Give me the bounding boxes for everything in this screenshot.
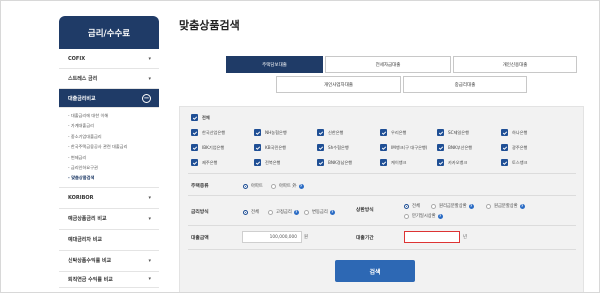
checkbox-checked-icon	[380, 129, 387, 136]
chevron-down-icon: ▾	[148, 257, 151, 264]
sidebar-title: 금리/수수료	[59, 16, 159, 49]
checkbox-bank[interactable]: 광주은행	[501, 144, 527, 151]
sidebar-item-rate-spread[interactable]: 예대금리차 비교	[59, 230, 159, 251]
checkbox-checked-icon	[380, 144, 387, 151]
checkbox-bank[interactable]: BNK경남은행	[317, 159, 352, 166]
checkbox-checked-icon	[437, 159, 444, 166]
rate-type-label: 금리방식	[191, 210, 209, 215]
checkbox-checked-icon	[317, 144, 324, 151]
sidebar-submenu: - 대출금리에 대한 이해 - 가계대출금리 - 중소기업대출금리 - 한국주택…	[59, 108, 159, 188]
repayment-label: 상환방식	[356, 208, 374, 213]
loan-amount-input[interactable]: 100,000,000	[242, 231, 302, 243]
help-icon[interactable]: ?	[519, 203, 525, 209]
tab-mortgage[interactable]: 주택담보대출	[226, 56, 323, 73]
checkbox-bank[interactable]: BNK부산은행	[437, 144, 472, 151]
checkbox-bank[interactable]: IBK기업은행	[191, 144, 224, 151]
checkbox-bank[interactable]: 신한은행	[317, 129, 343, 136]
sidebar-item-trust-return[interactable]: 신탁상품수익률 비교 ▾	[59, 251, 159, 272]
radio-rate-fixed[interactable]: 고정금리?	[268, 209, 299, 215]
loan-amount-label: 대출금액	[191, 236, 209, 241]
divider	[188, 195, 576, 196]
tab-personal-credit[interactable]: 개인신용대출	[453, 56, 577, 73]
sidebar-item-stress-rate[interactable]: 스트레스 금리 ▾	[59, 69, 159, 89]
checkbox-checked-icon	[191, 144, 198, 151]
submenu-item[interactable]: - 중소기업대출금리	[68, 132, 159, 142]
checkbox-checked-icon	[437, 144, 444, 151]
checkbox-bank[interactable]: NH농협은행	[254, 129, 287, 136]
page-title: 맞춤상품검색	[179, 19, 240, 32]
loan-period-unit: 년	[463, 235, 467, 240]
loan-period-label: 대출기간	[356, 236, 374, 241]
submenu-item[interactable]: - 변제금리	[68, 153, 159, 163]
collapse-icon: −	[142, 93, 151, 103]
tab-jeonse[interactable]: 전세자금대출	[325, 56, 451, 73]
checkbox-checked-icon	[380, 159, 387, 166]
sidebar-item-loan-rate-compare[interactable]: 대출금리비교 −	[59, 89, 159, 108]
checkbox-checked-icon	[501, 144, 508, 151]
submenu-item[interactable]: - 한국주택금융공사 관련 대출금리	[68, 142, 159, 152]
checkbox-bank[interactable]: SC제일은행	[437, 129, 469, 136]
sidebar-item-cofix[interactable]: COFIX ▾	[59, 49, 159, 69]
sidebar: 금리/수수료 COFIX ▾ 스트레스 금리 ▾ 대출금리비교 − - 대출금리에 대…	[59, 16, 159, 292]
radio-repay-principal-installment[interactable]: 원금분할상환?	[486, 203, 525, 209]
app-window: 금리/수수료 COFIX ▾ 스트레스 금리 ▾ 대출금리비교 − - 대출금리에 대…	[0, 0, 600, 293]
loan-period-input[interactable]	[404, 231, 460, 243]
submenu-item[interactable]: - 금리인하요구권	[68, 163, 159, 173]
help-icon[interactable]: ?	[468, 203, 474, 209]
checkbox-bank[interactable]: Sh수협은행	[317, 144, 349, 151]
radio-rate-variable[interactable]: 변동금리?	[304, 209, 335, 215]
loan-amount-unit: 원	[304, 235, 308, 240]
chevron-down-icon: ▾	[148, 194, 151, 201]
checkbox-bank[interactable]: IM뱅크(구 대구은행)	[380, 144, 427, 151]
checkbox-checked-icon	[191, 129, 198, 136]
radio-repay-all[interactable]: 전체	[404, 203, 420, 209]
checkbox-checked-icon	[191, 114, 198, 121]
tab-mid-rate[interactable]: 중금리대출	[403, 76, 527, 93]
checkbox-bank[interactable]: KB국민은행	[254, 144, 286, 151]
checkbox-bank[interactable]: 카카오뱅크	[437, 159, 467, 166]
radio-repay-bullet[interactable]: 만기일시상환?	[404, 213, 443, 219]
checkbox-bank[interactable]: 우리은행	[380, 129, 406, 136]
checkbox-checked-icon	[254, 159, 261, 166]
radio-repay-equal-installment[interactable]: 원리금분할상환?	[431, 203, 474, 209]
checkbox-checked-icon	[437, 129, 444, 136]
chevron-down-icon: ▾	[148, 55, 151, 62]
chevron-down-icon: ▾	[148, 75, 151, 82]
help-icon[interactable]: ?	[437, 213, 443, 219]
help-icon[interactable]: ?	[298, 183, 304, 189]
checkbox-bank[interactable]: 케이뱅크	[380, 159, 406, 166]
chevron-down-icon: ▾	[148, 215, 151, 222]
radio-housing-apartment[interactable]: 아파트	[243, 183, 263, 189]
radio-rate-all[interactable]: 전체	[243, 209, 259, 215]
checkbox-checked-icon	[254, 129, 261, 136]
checkbox-checked-icon	[501, 129, 508, 136]
checkbox-bank[interactable]: 하나은행	[501, 129, 527, 136]
checkbox-checked-icon	[501, 159, 508, 166]
divider	[188, 249, 576, 250]
checkbox-bank[interactable]: 전북은행	[254, 159, 280, 166]
submenu-item[interactable]: - 가계대출금리	[68, 121, 159, 131]
checkbox-bank[interactable]: 한국산업은행	[191, 129, 225, 136]
tab-business[interactable]: 개인사업자대출	[276, 76, 401, 93]
checkbox-checked-icon	[317, 129, 324, 136]
search-button[interactable]: 검색	[335, 260, 415, 282]
checkbox-checked-icon	[254, 144, 261, 151]
divider	[188, 225, 576, 226]
checkbox-checked-icon	[317, 159, 324, 166]
checkbox-checked-icon	[191, 159, 198, 166]
chevron-down-icon: ▾	[148, 276, 151, 283]
help-icon[interactable]: ?	[293, 209, 299, 215]
checkbox-bank[interactable]: 제주은행	[191, 159, 217, 166]
sidebar-item-koribor[interactable]: KORIBOR ▾	[59, 188, 159, 209]
divider	[188, 173, 576, 174]
checkbox-bank[interactable]: 토스뱅크	[501, 159, 527, 166]
help-icon[interactable]: ?	[329, 209, 335, 215]
radio-housing-non-apartment[interactable]: 아파트 外?	[271, 183, 304, 189]
housing-type-label: 주택종류	[191, 184, 209, 189]
submenu-item[interactable]: - 대출금리에 대한 이해	[68, 111, 159, 121]
sidebar-item-pension-return[interactable]: 퇴직연금 수익률 비교 ▾	[59, 272, 159, 288]
submenu-item-custom-search[interactable]: - 맞춤상품검색	[68, 173, 159, 183]
checkbox-all-banks[interactable]: 전체	[191, 114, 210, 121]
sidebar-item-deposit-rate[interactable]: 예금상품금리 비교 ▾	[59, 209, 159, 230]
